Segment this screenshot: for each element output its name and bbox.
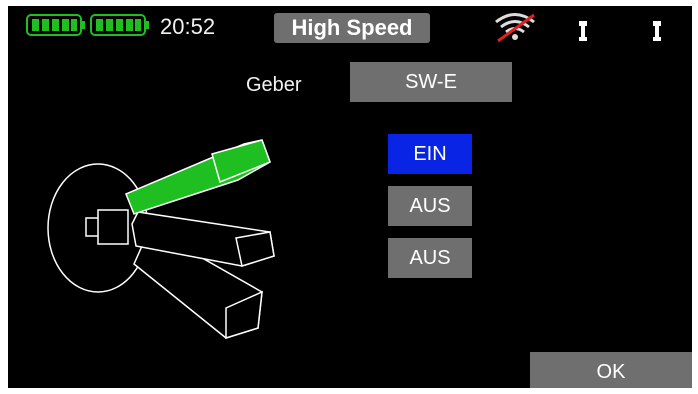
- battery-icon: [26, 14, 85, 36]
- position-2-button[interactable]: AUS: [388, 186, 472, 226]
- model-mode-title[interactable]: High Speed: [274, 13, 430, 43]
- wifi-off-icon: [495, 13, 535, 43]
- geber-select-button[interactable]: SW-E: [350, 62, 512, 102]
- transmitter-screen: 20:52 High Speed Geber SW-E EIN AUS AUS …: [8, 6, 692, 388]
- clock-time: 20:52: [160, 14, 216, 39]
- battery-icon: [90, 14, 149, 36]
- ok-button[interactable]: OK: [530, 352, 692, 388]
- geber-label: Geber: [246, 74, 302, 96]
- trim-icon: [579, 21, 587, 41]
- switch-illustration: [47, 139, 275, 340]
- position-1-button[interactable]: EIN: [388, 134, 472, 174]
- status-bar: 20:52 High Speed: [8, 6, 692, 50]
- position-3-button[interactable]: AUS: [388, 238, 472, 278]
- trim-icon: [653, 21, 661, 41]
